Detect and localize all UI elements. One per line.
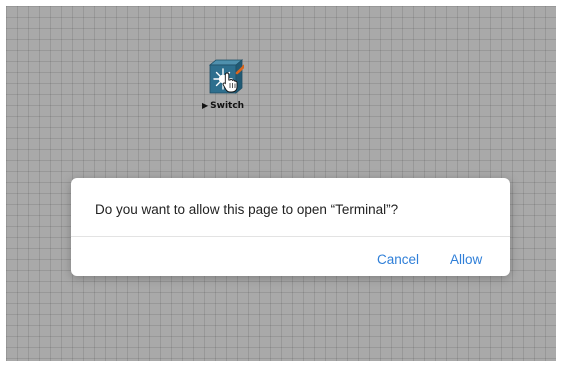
switch-icon[interactable] bbox=[204, 57, 244, 97]
network-canvas[interactable]: ▶ Switch Do you want to allow this page t… bbox=[6, 6, 556, 361]
device-name: Switch bbox=[210, 101, 245, 111]
switch-device[interactable]: ▶ Switch bbox=[202, 57, 260, 115]
cancel-button[interactable]: Cancel bbox=[377, 252, 419, 267]
dialog-divider bbox=[71, 236, 510, 237]
dialog-message: Do you want to allow this page to open “… bbox=[95, 202, 399, 217]
allow-button[interactable]: Allow bbox=[450, 252, 482, 267]
expand-arrow-icon[interactable]: ▶ bbox=[202, 101, 208, 110]
open-app-dialog: Do you want to allow this page to open “… bbox=[71, 178, 510, 276]
device-label[interactable]: ▶ Switch bbox=[202, 101, 244, 111]
